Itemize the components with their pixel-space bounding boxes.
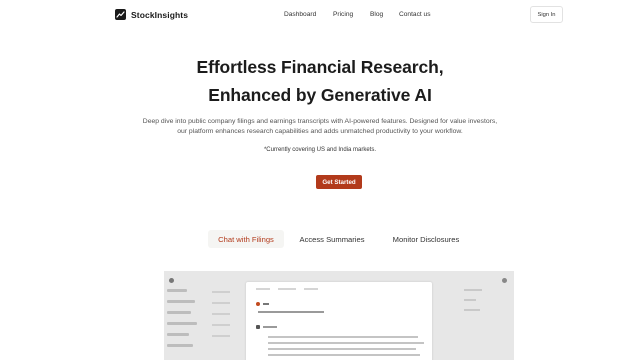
preview-assistant-icon xyxy=(256,325,260,329)
get-started-button[interactable]: Get Started xyxy=(316,175,362,189)
preview-user-icon xyxy=(256,302,260,306)
product-preview-screenshot xyxy=(164,271,514,360)
sign-in-button[interactable]: Sign In xyxy=(530,6,563,23)
nav-pricing[interactable]: Pricing xyxy=(333,11,353,18)
hero-title-line2: Enhanced by Generative AI xyxy=(208,85,432,105)
chart-line-icon xyxy=(115,9,126,20)
nav-dashboard[interactable]: Dashboard xyxy=(284,11,316,18)
preview-right-panel xyxy=(464,289,504,319)
tab-chat-with-filings[interactable]: Chat with Filings xyxy=(208,230,284,248)
hero-title-line1: Effortless Financial Research, xyxy=(196,57,444,77)
hero-description: Deep dive into public company filings an… xyxy=(142,118,498,135)
nav-contact[interactable]: Contact us xyxy=(399,11,431,18)
preview-logo-icon xyxy=(169,278,174,283)
preview-list-column xyxy=(212,291,230,346)
brand[interactable]: StockInsights xyxy=(115,9,188,20)
brand-name: StockInsights xyxy=(131,9,189,20)
tab-access-summaries[interactable]: Access Summaries xyxy=(290,230,374,248)
preview-sidebar xyxy=(167,289,203,355)
tab-monitor-disclosures[interactable]: Monitor Disclosures xyxy=(381,230,471,248)
preview-avatar-icon xyxy=(502,278,507,283)
site-header: StockInsights Dashboard Pricing Blog Con… xyxy=(0,0,640,30)
preview-chat-card xyxy=(246,282,432,360)
nav-blog[interactable]: Blog xyxy=(370,11,383,18)
coverage-note: *Currently covering US and India markets… xyxy=(263,147,377,153)
